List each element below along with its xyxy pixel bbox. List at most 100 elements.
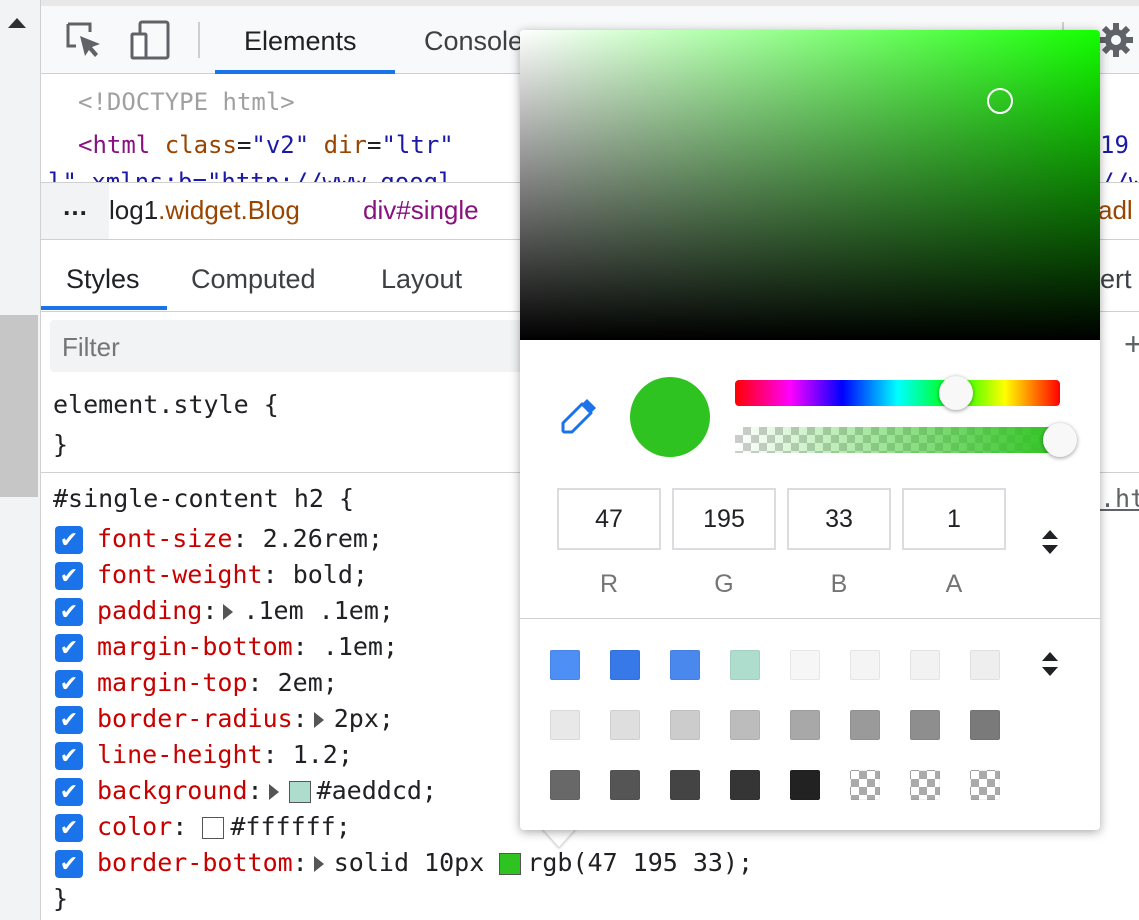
palette-swatch[interactable]	[790, 710, 820, 740]
palette-swatch[interactable]	[910, 650, 940, 680]
declaration-checkbox[interactable]: ✔	[55, 526, 83, 554]
property-value[interactable]: #aeddcd;	[317, 776, 437, 805]
format-toggle-arrows-icon[interactable]	[1042, 530, 1058, 560]
hue-slider[interactable]	[735, 380, 1060, 406]
saturation-value-area[interactable]	[520, 30, 1100, 340]
rule-source-link[interactable]: .ht	[1100, 484, 1139, 513]
hue-slider-handle[interactable]	[939, 376, 973, 410]
expand-triangle-icon[interactable]	[268, 784, 279, 800]
tab-properties-edge[interactable]: ert	[1100, 264, 1132, 295]
styles-filter-input[interactable]: Filter	[50, 320, 550, 372]
declaration-checkbox[interactable]: ✔	[55, 814, 83, 842]
palette-swatch[interactable]	[790, 650, 820, 680]
alpha-slider-handle[interactable]	[1043, 423, 1077, 457]
scroll-up-arrow-icon[interactable]	[8, 18, 26, 28]
eyedropper-icon[interactable]	[560, 395, 600, 435]
property-value[interactable]: .1em;	[323, 632, 398, 661]
inspect-element-icon[interactable]	[64, 20, 104, 60]
property-value[interactable]: #ffffff;	[230, 812, 350, 841]
declaration-font-size[interactable]: font-size: 2.26rem;	[97, 524, 383, 553]
alpha-slider[interactable]	[735, 427, 1060, 453]
saturation-handle[interactable]	[987, 88, 1013, 114]
palette-swatch[interactable]	[970, 650, 1000, 680]
property-value[interactable]: 1.2;	[293, 740, 353, 769]
tab-styles[interactable]: Styles	[66, 264, 140, 295]
palette-swatch[interactable]	[610, 710, 640, 740]
property-name[interactable]: line-height	[97, 740, 263, 769]
color-swatch[interactable]	[202, 817, 225, 839]
declaration-font-weight[interactable]: font-weight: bold;	[97, 560, 368, 589]
property-value[interactable]: rgb(47 195 33);	[527, 848, 753, 877]
property-value[interactable]: .1em .1em;	[243, 596, 394, 625]
palette-swatch[interactable]	[850, 650, 880, 680]
red-input[interactable]: 47	[557, 488, 661, 550]
expand-triangle-icon[interactable]	[313, 712, 324, 728]
palette-swatch[interactable]	[910, 710, 940, 740]
property-value[interactable]: bold;	[293, 560, 368, 589]
declaration-checkbox[interactable]: ✔	[55, 634, 83, 662]
tab-console[interactable]: Console	[424, 26, 523, 57]
blue-input[interactable]: 33	[787, 488, 891, 550]
element-style-selector[interactable]: element.style {	[53, 390, 279, 419]
declaration-checkbox[interactable]: ✔	[55, 778, 83, 806]
expand-triangle-icon[interactable]	[223, 604, 234, 620]
dom-doctype[interactable]: <!DOCTYPE html>	[78, 88, 295, 116]
expand-triangle-icon[interactable]	[313, 856, 324, 872]
property-value-prefix[interactable]: solid 10px	[334, 848, 500, 877]
property-value[interactable]: 2em;	[278, 668, 338, 697]
declaration-checkbox[interactable]: ✔	[55, 562, 83, 590]
settings-gear-icon[interactable]	[1098, 22, 1134, 58]
new-style-rule-plus-icon[interactable]: +	[1124, 326, 1139, 363]
palette-switch-arrows-icon[interactable]	[1042, 652, 1058, 682]
palette-swatch[interactable]	[790, 770, 820, 800]
palette-swatch[interactable]	[550, 650, 580, 680]
palette-swatch[interactable]	[670, 650, 700, 680]
palette-swatch[interactable]	[730, 710, 760, 740]
palette-swatch[interactable]	[670, 710, 700, 740]
breadcrumb-item-blog[interactable]: log1.widget.Blog	[109, 195, 300, 226]
tab-elements[interactable]: Elements	[244, 26, 357, 57]
declaration-color[interactable]: color: #ffffff;	[97, 812, 351, 841]
property-name[interactable]: margin-top	[97, 668, 248, 697]
property-name[interactable]: color	[97, 812, 172, 841]
palette-swatch[interactable]	[970, 710, 1000, 740]
declaration-border-radius[interactable]: border-radius: 2px;	[97, 704, 394, 733]
declaration-line-height[interactable]: line-height: 1.2;	[97, 740, 353, 769]
palette-swatch[interactable]	[550, 710, 580, 740]
palette-swatch[interactable]	[610, 770, 640, 800]
declaration-checkbox[interactable]: ✔	[55, 706, 83, 734]
palette-swatch[interactable]	[610, 650, 640, 680]
property-name[interactable]: border-bottom	[97, 848, 293, 877]
property-name[interactable]: font-weight	[97, 560, 263, 589]
declaration-checkbox[interactable]: ✔	[55, 670, 83, 698]
rule-selector[interactable]: #single-content h2 {	[53, 484, 354, 513]
dom-html-node[interactable]: <html class="v2" dir="ltr"	[78, 131, 454, 159]
declaration-checkbox[interactable]: ✔	[55, 850, 83, 878]
palette-swatch[interactable]	[970, 770, 1000, 800]
declaration-border-bottom[interactable]: border-bottom: solid 10px rgb(47 195 33);	[97, 848, 753, 877]
property-name[interactable]: border-radius	[97, 704, 293, 733]
tab-computed[interactable]: Computed	[191, 264, 316, 295]
palette-swatch[interactable]	[550, 770, 580, 800]
palette-swatch[interactable]	[910, 770, 940, 800]
palette-swatch[interactable]	[730, 650, 760, 680]
palette-swatch[interactable]	[670, 770, 700, 800]
breadcrumb-item-edge[interactable]: adl	[1098, 195, 1133, 226]
declaration-background[interactable]: background: #aeddcd;	[97, 776, 437, 805]
palette-swatch[interactable]	[730, 770, 760, 800]
declaration-checkbox[interactable]: ✔	[55, 742, 83, 770]
property-value[interactable]: 2.26rem;	[263, 524, 383, 553]
property-name[interactable]: padding	[97, 596, 202, 625]
property-name[interactable]: background	[97, 776, 248, 805]
property-name[interactable]: margin-bottom	[97, 632, 293, 661]
alpha-input[interactable]: 1	[902, 488, 1006, 550]
declaration-checkbox[interactable]: ✔	[55, 598, 83, 626]
color-swatch[interactable]	[288, 781, 311, 803]
device-toolbar-icon[interactable]	[130, 20, 170, 60]
tab-layout[interactable]: Layout	[381, 264, 462, 295]
scrollbar-thumb[interactable]	[0, 315, 38, 497]
property-value[interactable]: 2px;	[334, 704, 394, 733]
declaration-margin-bottom[interactable]: margin-bottom: .1em;	[97, 632, 398, 661]
property-name[interactable]: font-size	[97, 524, 232, 553]
palette-swatch[interactable]	[850, 770, 880, 800]
